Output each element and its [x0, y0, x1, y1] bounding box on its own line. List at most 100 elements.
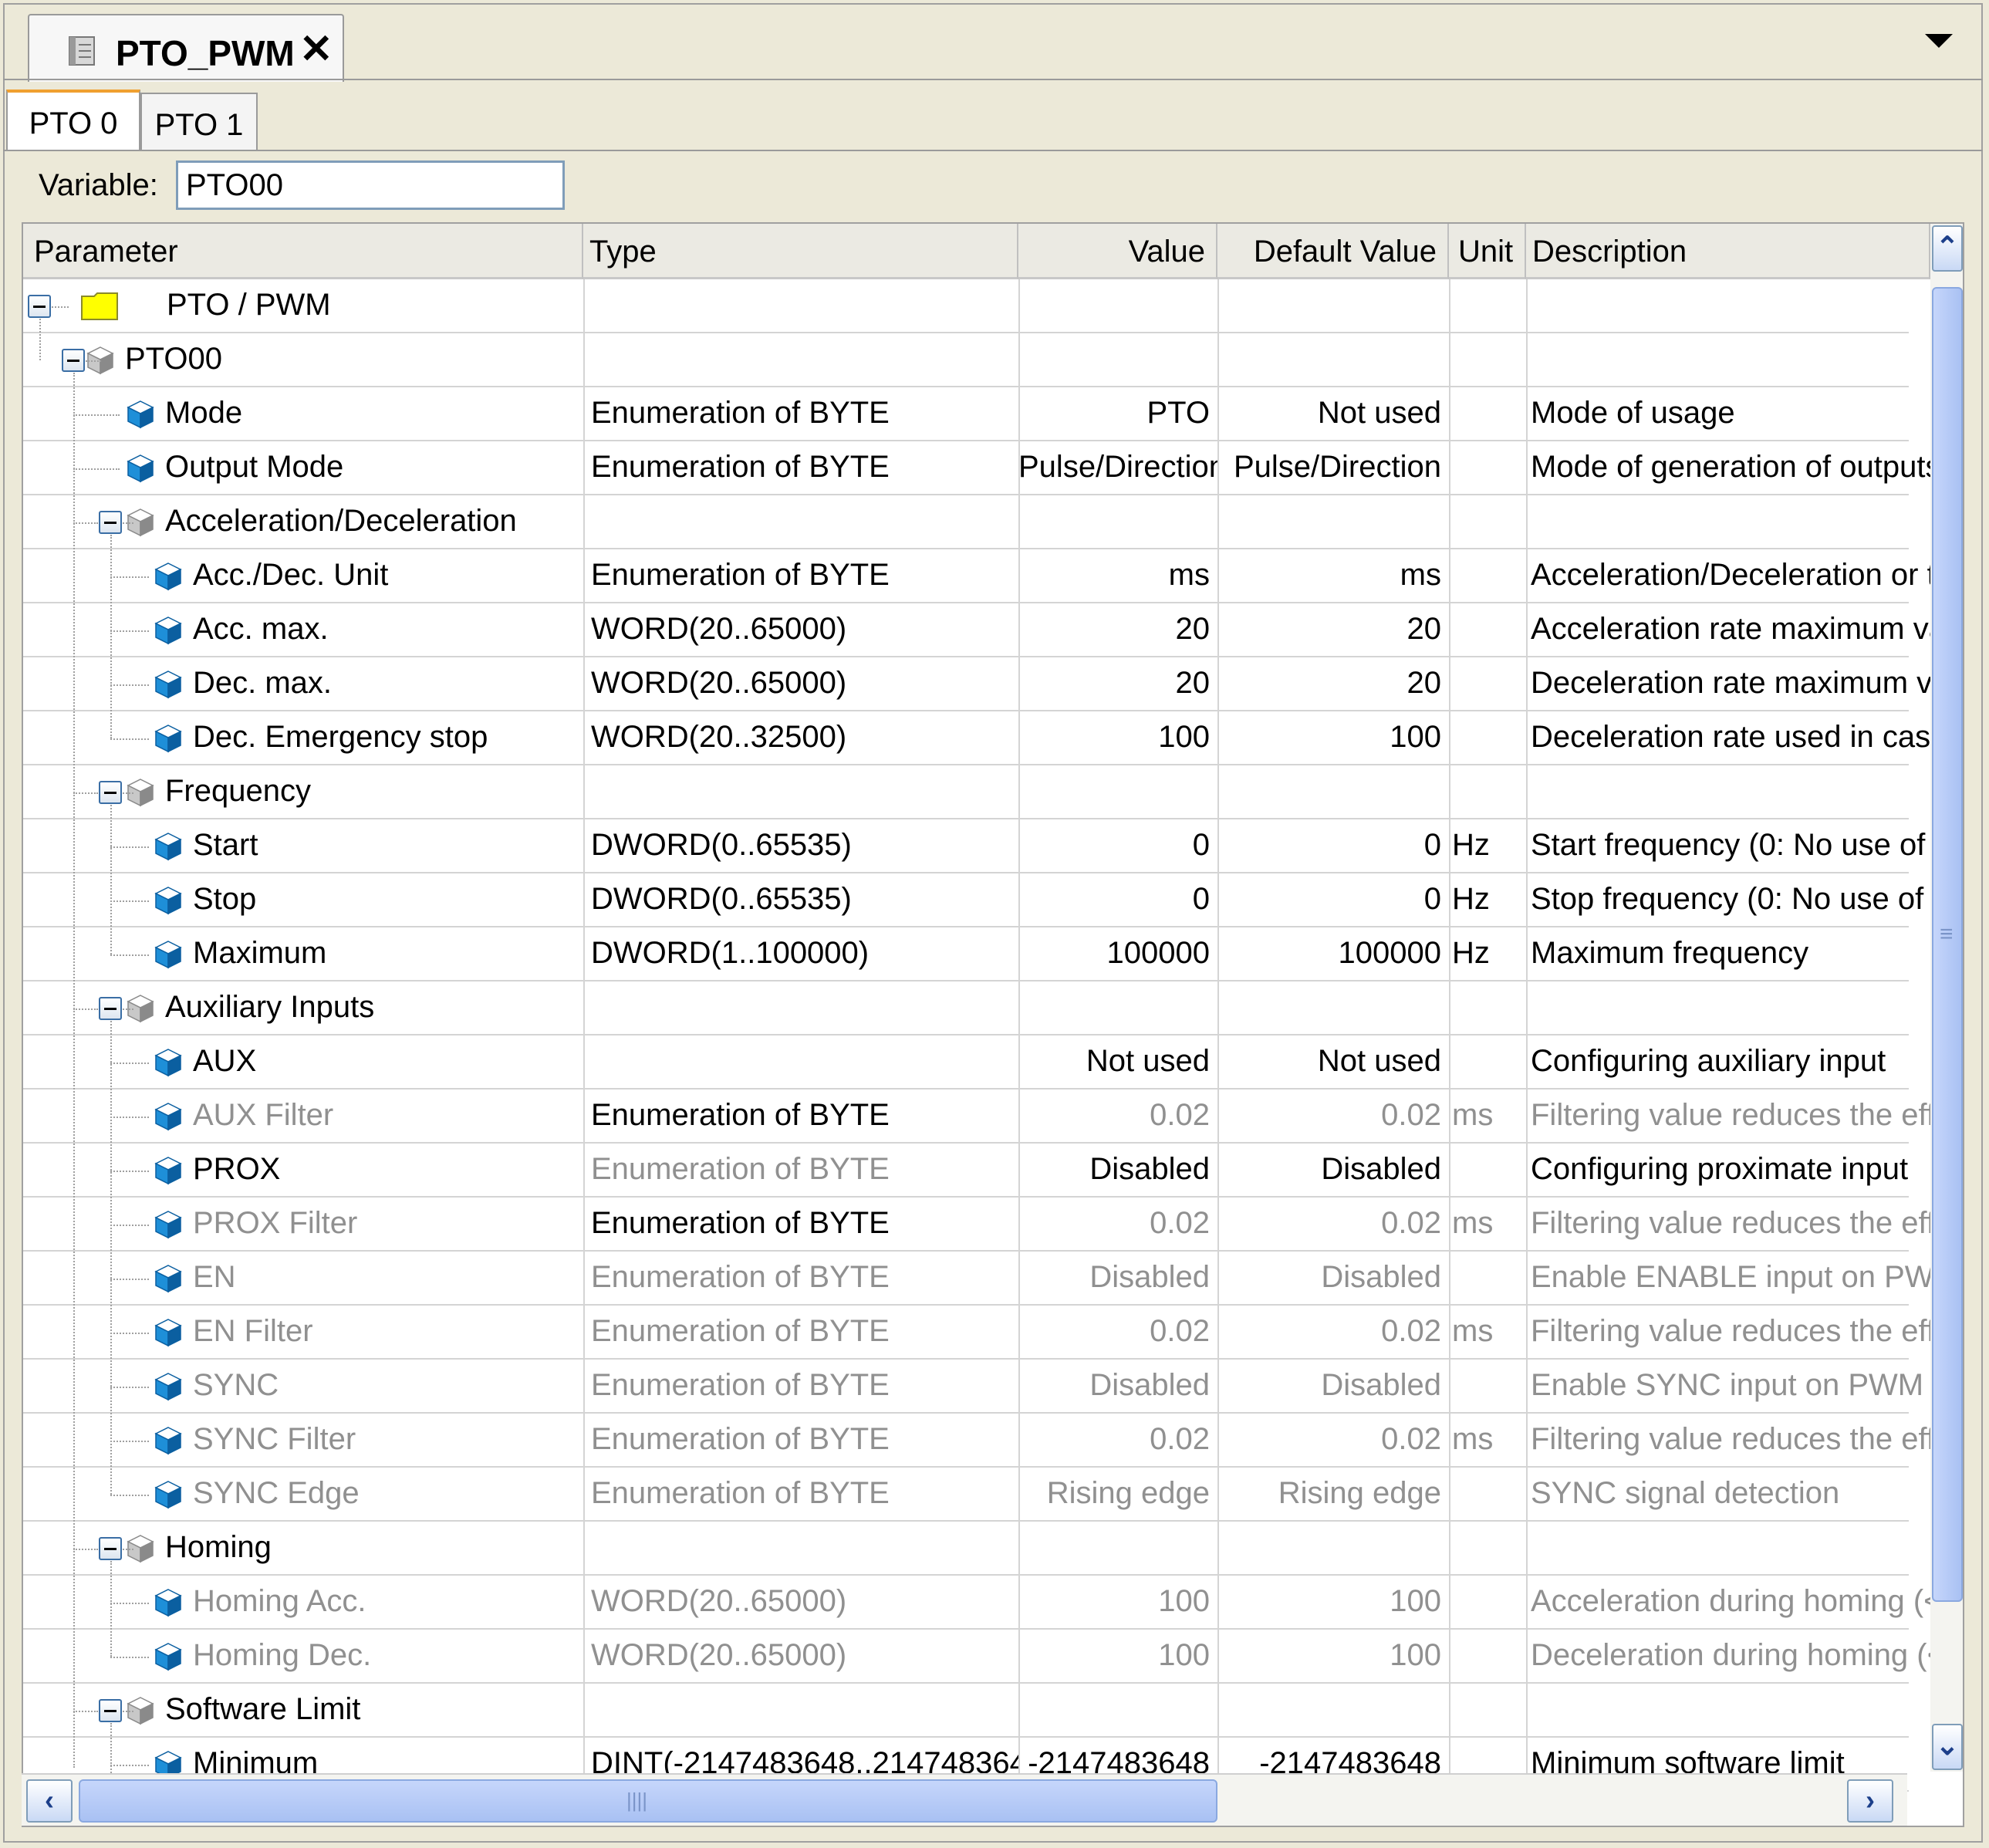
- parameter-type: WORD(20..65000): [591, 666, 847, 700]
- vertical-scrollbar[interactable]: ⌃ ≡ ⌄: [1930, 224, 1963, 1772]
- table-row[interactable]: SYNC Filter Enumeration of BYTE 0.02 0.02 ms…: [23, 1414, 1930, 1468]
- parameter-value[interactable]: [1018, 1684, 1217, 1736]
- vertical-scroll-thumb[interactable]: ≡: [1932, 287, 1963, 1602]
- parameter-value[interactable]: 100: [1018, 711, 1217, 764]
- collapse-toggle[interactable]: [99, 511, 122, 534]
- parameter-value[interactable]: [1018, 765, 1217, 818]
- table-row[interactable]: Acc. max. WORD(20..65000) 20 20 Acceleration…: [23, 603, 1930, 657]
- parameter-value[interactable]: Not used: [1018, 1035, 1217, 1088]
- table-row[interactable]: Stop DWORD(0..65535) 0 0 Hz Stop frequency (0…: [23, 873, 1930, 927]
- parameter-name: PTO00: [125, 342, 222, 376]
- scroll-left-button[interactable]: ‹: [26, 1779, 73, 1823]
- table-row[interactable]: Auxiliary Inputs: [23, 981, 1909, 1035]
- blue-cube-icon: [154, 1103, 182, 1131]
- table-row[interactable]: Dec. max. WORD(20..65000) 20 20 Deceleration…: [23, 657, 1930, 711]
- table-row[interactable]: Mode Enumeration of BYTE PTO Not used Mode o…: [23, 387, 1909, 441]
- table-row[interactable]: Homing Dec. WORD(20..65000) 100 100 Decelera…: [23, 1630, 1930, 1684]
- column-header-type[interactable]: Type: [583, 224, 1018, 279]
- table-row[interactable]: PROX Enumeration of BYTE Disabled Disabled C…: [23, 1144, 1909, 1198]
- column-header-description[interactable]: Description: [1526, 224, 1930, 279]
- scroll-up-button[interactable]: ⌃: [1932, 225, 1963, 272]
- parameter-value[interactable]: PTO: [1018, 387, 1217, 440]
- parameter-value[interactable]: 0.02: [1018, 1306, 1217, 1358]
- parameter-value[interactable]: 20: [1018, 603, 1217, 656]
- tree-connector: [110, 846, 149, 848]
- horizontal-scroll-thumb[interactable]: ||||: [79, 1779, 1217, 1823]
- tree-connector: [110, 738, 149, 740]
- table-row[interactable]: Output Mode Enumeration of BYTE Pulse/Dire…: [23, 441, 1930, 495]
- parameter-name: PROX: [193, 1152, 281, 1186]
- parameter-value[interactable]: 0: [1018, 873, 1217, 926]
- gray-cube-icon: [127, 779, 154, 807]
- parameter-unit: ms: [1452, 1422, 1494, 1456]
- column-header-unit[interactable]: Unit: [1449, 224, 1526, 279]
- parameter-type: Enumeration of BYTE: [591, 450, 890, 484]
- collapse-toggle[interactable]: [99, 1699, 122, 1722]
- parameter-value[interactable]: 0: [1018, 819, 1217, 872]
- tab-pto-0-label: PTO 0: [29, 106, 118, 140]
- tab-pto-1[interactable]: PTO 1: [140, 93, 258, 151]
- table-row[interactable]: PROX Filter Enumeration of BYTE 0.02 0.02 ms…: [23, 1198, 1930, 1252]
- parameter-value[interactable]: 0.02: [1018, 1198, 1217, 1250]
- column-header-default-value[interactable]: Default Value: [1217, 224, 1449, 279]
- scroll-down-button[interactable]: ⌄: [1932, 1724, 1963, 1770]
- parameter-value[interactable]: Disabled: [1018, 1252, 1217, 1304]
- parameter-value[interactable]: 0.02: [1018, 1090, 1217, 1142]
- table-row[interactable]: EN Enumeration of BYTE Disabled Disabled Ena…: [23, 1252, 1930, 1306]
- tab-pto-0[interactable]: PTO 0: [6, 90, 140, 151]
- editor-tab-pto-pwm[interactable]: PTO_PWM ✕: [28, 14, 344, 82]
- parameter-value[interactable]: 0.02: [1018, 1414, 1217, 1466]
- column-header-value[interactable]: Value: [1018, 224, 1217, 279]
- horizontal-scrollbar[interactable]: ‹ |||| ›: [22, 1773, 1907, 1826]
- tree-connector: [73, 1008, 98, 1010]
- parameter-value[interactable]: [1018, 1522, 1217, 1574]
- parameter-default-value: Not used: [1317, 396, 1441, 430]
- parameter-default-value: Not used: [1317, 1044, 1441, 1078]
- table-row[interactable]: Homing: [23, 1522, 1909, 1576]
- variable-input[interactable]: [176, 160, 565, 210]
- close-icon[interactable]: ✕: [299, 29, 333, 69]
- parameter-value[interactable]: Disabled: [1018, 1144, 1217, 1196]
- table-row[interactable]: Acceleration/Deceleration: [23, 495, 1909, 549]
- parameter-value[interactable]: Pulse/Direction: [1018, 441, 1217, 494]
- tree-connector: [110, 684, 149, 686]
- parameter-value[interactable]: Rising edge: [1018, 1468, 1217, 1520]
- table-row[interactable]: SYNC Edge Enumeration of BYTE Rising edge R…: [23, 1468, 1909, 1522]
- parameter-value[interactable]: 100: [1018, 1576, 1217, 1628]
- parameter-value[interactable]: [1018, 333, 1217, 386]
- parameter-description: Acceleration/Deceleration or tir: [1531, 558, 1930, 592]
- tab-list-dropdown-icon[interactable]: [1925, 34, 1953, 48]
- table-row[interactable]: SYNC Enumeration of BYTE Disabled Disabled E…: [23, 1360, 1930, 1414]
- parameter-value[interactable]: ms: [1018, 549, 1217, 602]
- parameter-value[interactable]: [1018, 981, 1217, 1034]
- parameter-value[interactable]: [1018, 495, 1217, 548]
- table-row[interactable]: AUX Filter Enumeration of BYTE 0.02 0.02 ms F…: [23, 1090, 1930, 1144]
- table-row[interactable]: PTO / PWM: [23, 279, 1909, 333]
- collapse-toggle[interactable]: [99, 997, 122, 1020]
- table-row[interactable]: Start DWORD(0..65535) 0 0 Hz Start frequency …: [23, 819, 1930, 873]
- collapse-toggle[interactable]: [62, 349, 85, 372]
- tree-connector: [110, 1333, 149, 1334]
- scroll-right-button[interactable]: ›: [1847, 1779, 1893, 1823]
- parameter-value[interactable]: Disabled: [1018, 1360, 1217, 1412]
- blue-cube-icon: [154, 1589, 182, 1617]
- collapse-toggle[interactable]: [99, 1537, 122, 1560]
- collapse-toggle[interactable]: [99, 781, 122, 804]
- parameter-description: [1531, 279, 1930, 332]
- table-row[interactable]: PTO00: [23, 333, 1909, 387]
- parameter-value[interactable]: 20: [1018, 657, 1217, 710]
- table-row[interactable]: EN Filter Enumeration of BYTE 0.02 0.02 ms Fi…: [23, 1306, 1930, 1360]
- table-row[interactable]: Maximum DWORD(1..100000) 100000 100000 Hz Max…: [23, 927, 1909, 981]
- table-row[interactable]: Software Limit: [23, 1684, 1909, 1738]
- table-row[interactable]: Frequency: [23, 765, 1909, 819]
- document-icon: [69, 36, 95, 66]
- parameter-value[interactable]: 100000: [1018, 927, 1217, 980]
- parameter-value[interactable]: 100: [1018, 1630, 1217, 1682]
- table-row[interactable]: Acc./Dec. Unit Enumeration of BYTE ms ms Acc…: [23, 549, 1930, 603]
- collapse-toggle[interactable]: [28, 295, 51, 318]
- column-header-parameter[interactable]: Parameter: [23, 224, 583, 279]
- table-row[interactable]: Dec. Emergency stop WORD(20..32500) 100 100…: [23, 711, 1930, 765]
- table-row[interactable]: AUX Not used Not used Configuring auxiliary…: [23, 1035, 1909, 1090]
- table-row[interactable]: Homing Acc. WORD(20..65000) 100 100 Accelera…: [23, 1576, 1930, 1630]
- parameter-value[interactable]: [1018, 279, 1217, 332]
